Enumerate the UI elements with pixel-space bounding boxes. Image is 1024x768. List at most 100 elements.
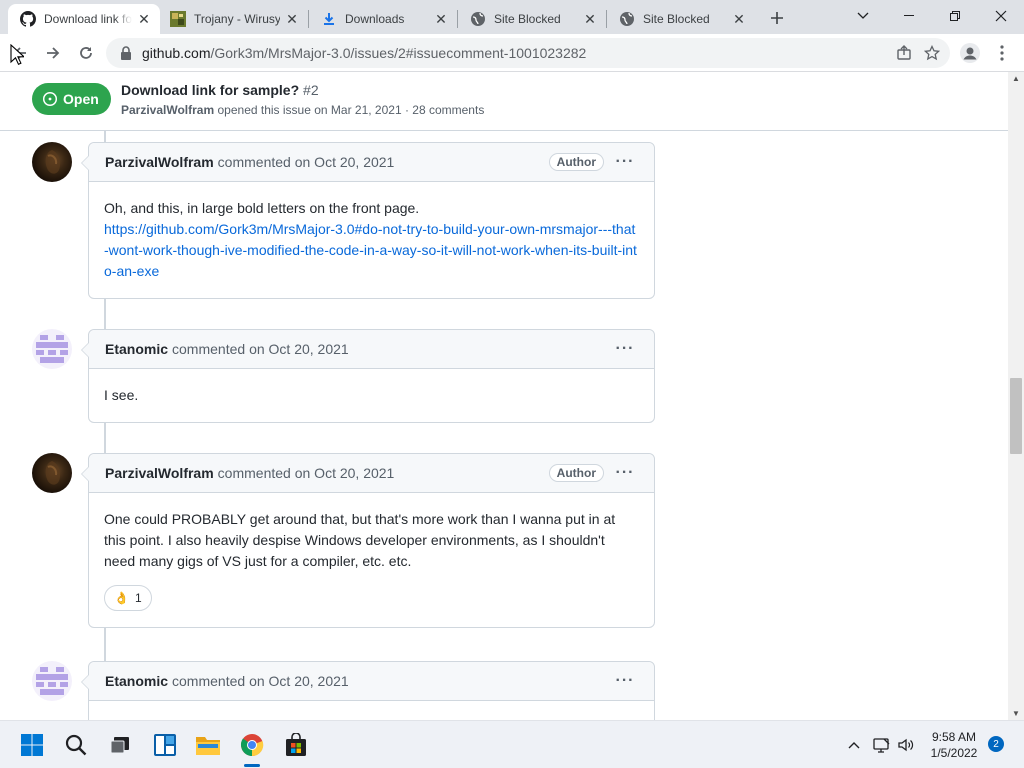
comment-action: commented [172, 341, 246, 357]
forward-button[interactable] [39, 39, 67, 67]
bookmark-star-icon[interactable] [918, 39, 946, 67]
taskbar-clock[interactable]: 9:58 AM 1/5/2022 [922, 729, 986, 761]
comment: ParzivalWolfram commented on Oct 20, 202… [81, 142, 655, 299]
reaction-button[interactable]: 👌 1 [104, 585, 152, 611]
author-badge: Author [548, 464, 604, 482]
globe-icon [619, 11, 635, 27]
store-button[interactable] [280, 729, 312, 761]
page-scrollbar[interactable]: ▲ ▼ [1008, 72, 1024, 720]
page-viewport: Open Download link for sample? #2 Parziv… [0, 72, 1008, 720]
comment-header: ParzivalWolfram commented on Oct 20, 202… [89, 143, 654, 182]
close-tab-icon[interactable]: ✕ [731, 11, 747, 27]
tab-title: Site Blocked [643, 12, 710, 26]
close-tab-icon[interactable]: ✕ [136, 11, 152, 27]
reaction-count: 1 [134, 590, 142, 605]
tab-github-issue[interactable]: Download link for sample? · Issue #2 · G… [8, 4, 160, 34]
task-view-button[interactable] [104, 729, 136, 761]
comment-author[interactable]: ParzivalWolfram [105, 465, 214, 481]
chrome-taskbar-button[interactable] [236, 729, 268, 761]
comment-options-button[interactable]: ··· [612, 152, 638, 172]
tab-title: Downloads [345, 12, 405, 26]
comment-author[interactable]: Etanomic [105, 341, 168, 357]
search-button[interactable] [60, 729, 92, 761]
address-bar[interactable]: github.com/Gork3m/MrsMajor-3.0/issues/2#… [106, 38, 950, 68]
mouse-cursor-icon [10, 44, 24, 66]
comment-link[interactable]: https://github.com/Gork3m/MrsMajor-3.0#d… [104, 221, 637, 279]
close-tab-icon[interactable]: ✕ [284, 11, 300, 27]
tab-trojany[interactable]: Trojany - Wirusy ✕ [158, 4, 308, 34]
comment-header: Etanomic commented on Oct 20, 2021 ··· [89, 662, 654, 701]
reload-button[interactable] [72, 39, 100, 67]
comment-body: I see. [89, 369, 654, 422]
comment-action: commented [217, 154, 291, 170]
windows-logo-icon [21, 734, 43, 756]
scroll-up-arrow-icon[interactable]: ▲ [1012, 74, 1020, 83]
lock-icon[interactable] [120, 46, 134, 60]
url-path: /Gork3m/MrsMajor-3.0/issues/2#issuecomme… [210, 45, 587, 61]
comment-options-button[interactable]: ··· [612, 339, 638, 359]
scrollbar-thumb[interactable] [1010, 378, 1022, 454]
comment-author[interactable]: ParzivalWolfram [105, 154, 214, 170]
github-icon [20, 11, 36, 27]
new-tab-button[interactable] [765, 6, 789, 30]
show-hidden-icons-button[interactable] [844, 735, 864, 755]
avatar[interactable] [32, 329, 72, 369]
identicon-icon [36, 335, 68, 363]
clock-date: 1/5/2022 [930, 746, 978, 760]
comment: ParzivalWolfram commented on Oct 20, 202… [81, 453, 655, 628]
comment-date[interactable]: on Oct 20, 2021 [249, 341, 349, 357]
comment-options-button[interactable]: ··· [612, 463, 638, 483]
avatar[interactable] [32, 142, 72, 182]
scroll-down-arrow-icon[interactable]: ▼ [1012, 709, 1020, 718]
tab-site-blocked-1[interactable]: Site Blocked ✕ [458, 4, 606, 34]
chrome-menu-button[interactable] [988, 39, 1016, 67]
comment-text: I see. [104, 387, 139, 403]
start-button[interactable] [16, 729, 48, 761]
comment-date[interactable]: on Oct 20, 2021 [295, 154, 395, 170]
close-tab-icon[interactable]: ✕ [582, 11, 598, 27]
issue-meta: ParzivalWolfram opened this issue on Mar… [121, 103, 484, 117]
profile-icon [960, 43, 980, 63]
tab-downloads[interactable]: Downloads ✕ [309, 4, 457, 34]
avatar[interactable] [32, 453, 72, 493]
issue-title[interactable]: Download link for sample? #2 [121, 82, 319, 98]
url-host: github.com [142, 45, 211, 61]
reload-icon [80, 47, 92, 59]
profile-button[interactable] [956, 39, 984, 67]
comment: Etanomic commented on Oct 20, 2021 ··· [81, 661, 655, 720]
chrome-icon [241, 734, 264, 757]
chevron-up-icon [848, 742, 860, 749]
network-icon[interactable] [872, 735, 892, 755]
avatar[interactable] [32, 661, 72, 701]
comment-header: ParzivalWolfram commented on Oct 20, 202… [89, 454, 654, 493]
issue-title-text: Download link for sample? [121, 82, 300, 98]
restore-button[interactable] [932, 0, 978, 32]
notification-badge[interactable]: 2 [988, 736, 1004, 752]
comment-date[interactable]: on Oct 20, 2021 [295, 465, 395, 481]
minimize-button[interactable] [886, 0, 932, 32]
volume-icon[interactable] [896, 735, 916, 755]
comment-options-button[interactable]: ··· [612, 671, 638, 691]
browser-toolbar: github.com/Gork3m/MrsMajor-3.0/issues/2#… [0, 34, 1024, 72]
arrow-right-icon [47, 47, 60, 59]
close-tab-icon[interactable]: ✕ [433, 11, 449, 27]
comment-author[interactable]: Etanomic [105, 673, 168, 689]
kebab-menu-icon [1000, 45, 1004, 61]
widgets-button[interactable] [149, 729, 181, 761]
close-window-button[interactable] [978, 0, 1024, 32]
share-icon[interactable] [890, 39, 918, 67]
comment-date[interactable]: on Oct 20, 2021 [249, 673, 349, 689]
issue-sticky-header: Open Download link for sample? #2 Parziv… [0, 72, 1008, 131]
comment-text: One could PROBABLY get around that, but … [104, 511, 616, 569]
tab-title: Download link for sample? · Issue #2 · G… [44, 12, 132, 26]
folder-icon [196, 737, 220, 755]
tab-title: Site Blocked [494, 12, 561, 26]
issue-author-link[interactable]: ParzivalWolfram [121, 103, 214, 117]
globe-icon [470, 11, 486, 27]
tab-site-blocked-2[interactable]: Site Blocked ✕ [607, 4, 755, 34]
file-explorer-button[interactable] [192, 729, 224, 761]
url-text: github.com/Gork3m/MrsMajor-3.0/issues/2#… [142, 45, 890, 61]
comment-body: Oh, and this, in large bold letters on t… [89, 182, 654, 298]
tab-search-button[interactable] [840, 0, 886, 32]
chevron-down-icon [857, 12, 869, 19]
